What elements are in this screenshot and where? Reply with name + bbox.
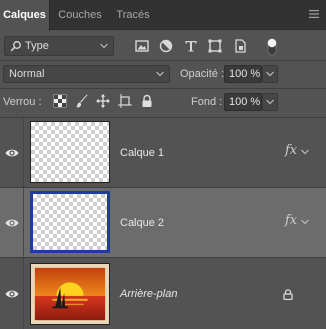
filter-kind-label: Type — [25, 40, 49, 52]
opacity-label: Opacité : — [180, 68, 225, 80]
lock-artboard-icon[interactable] — [118, 94, 132, 108]
sunset-image-thumbnail[interactable] — [30, 263, 110, 325]
lock-position-icon[interactable] — [96, 94, 110, 108]
fx-icon[interactable]: fx — [285, 213, 297, 228]
chevron-down-icon — [266, 71, 274, 77]
blend-mode-dropdown[interactable]: Normal — [3, 65, 170, 83]
layer-thumbnail[interactable] — [30, 191, 110, 253]
layer-name[interactable]: Arrière-plan — [120, 288, 177, 300]
visibility-column — [0, 258, 24, 329]
divider — [0, 60, 326, 61]
lock-transparency-icon[interactable] — [53, 94, 67, 108]
filter-kind-dropdown[interactable]: Type — [4, 36, 114, 56]
lock-label: Verrou : — [3, 96, 42, 108]
chevron-down-icon[interactable] — [301, 219, 309, 225]
tab-traces[interactable]: Tracés — [110, 0, 156, 30]
fill-input[interactable]: 100 % — [224, 93, 262, 111]
opacity-value: 100 % — [229, 68, 261, 80]
fill-label: Fond : — [191, 96, 223, 108]
lock-all-icon[interactable] — [140, 94, 154, 108]
search-icon — [10, 41, 21, 52]
adjustment-filter-icon[interactable] — [158, 38, 174, 54]
filter-toggle-icon[interactable] — [265, 36, 279, 56]
layer-name[interactable]: Calque 1 — [120, 147, 164, 159]
visibility-column — [0, 118, 24, 187]
blend-mode-value: Normal — [9, 68, 45, 80]
eye-icon[interactable] — [5, 289, 19, 299]
eye-icon[interactable] — [5, 218, 19, 228]
opacity-input[interactable]: 100 % — [224, 65, 262, 83]
opacity-slider-button[interactable] — [262, 65, 278, 83]
layer-thumbnail[interactable] — [30, 121, 110, 183]
image-filter-icon[interactable] — [134, 38, 150, 54]
fill-value: 100 % — [229, 96, 261, 108]
smart-object-filter-icon[interactable] — [232, 38, 248, 54]
text-filter-icon[interactable] — [183, 38, 199, 54]
chevron-down-icon — [100, 43, 108, 49]
shape-filter-icon[interactable] — [207, 38, 223, 54]
visibility-column — [0, 188, 24, 257]
panel-tab-bar: Calques Couches Tracés — [0, 0, 326, 31]
chevron-down-icon — [266, 99, 274, 105]
layer-name[interactable]: Calque 2 — [120, 217, 164, 229]
fx-icon[interactable]: fx — [285, 143, 297, 158]
divider — [0, 88, 326, 89]
fill-slider-button[interactable] — [262, 93, 278, 111]
layer-row-calque-1[interactable]: Calque 1 fx — [0, 117, 326, 187]
chevron-down-icon[interactable] — [301, 149, 309, 155]
lock-image-icon[interactable] — [75, 94, 89, 108]
layer-row-arriere-plan[interactable]: Arrière-plan — [0, 257, 326, 329]
tab-couches[interactable]: Couches — [55, 0, 105, 30]
chevron-down-icon — [156, 71, 164, 77]
layer-row-calque-2[interactable]: Calque 2 fx — [0, 187, 326, 257]
tab-calques[interactable]: Calques — [0, 0, 50, 31]
lock-icon — [283, 289, 293, 300]
eye-icon[interactable] — [5, 148, 19, 158]
panel-menu-icon[interactable] — [308, 8, 320, 20]
